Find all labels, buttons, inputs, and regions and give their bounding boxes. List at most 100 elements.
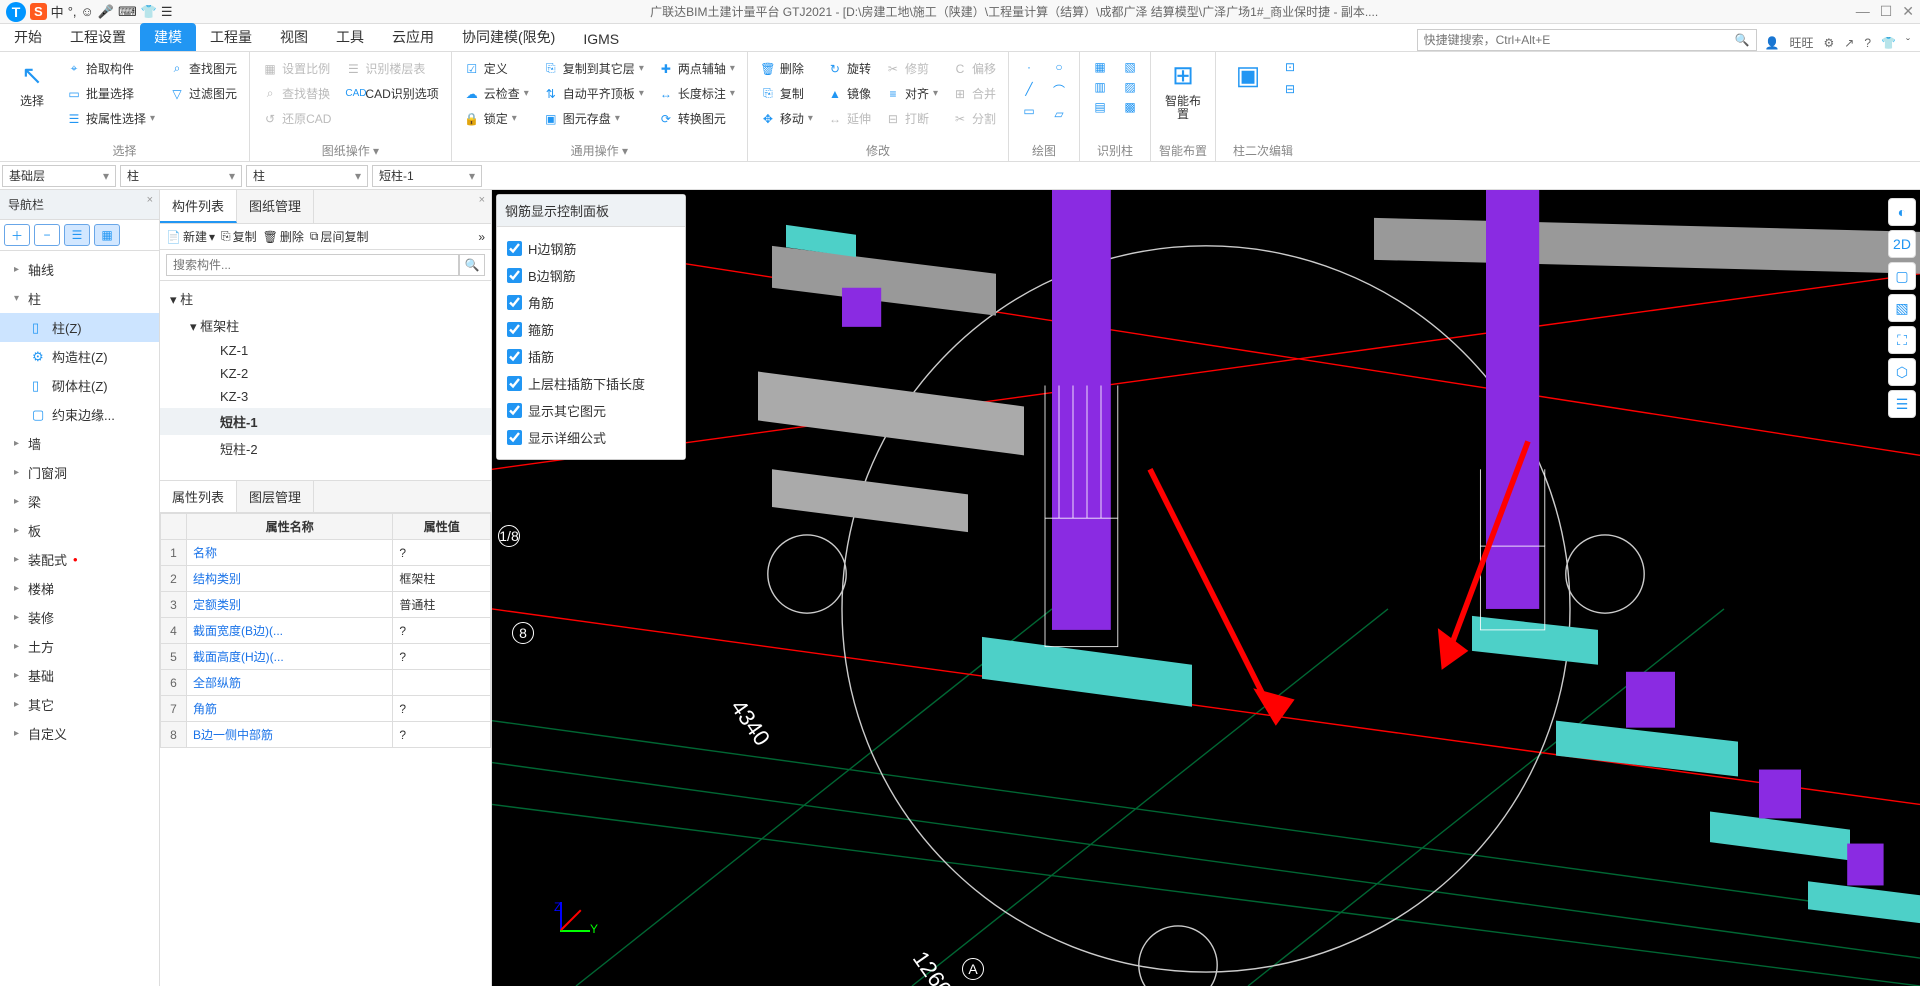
nav-item-5[interactable]: ▸板 (0, 516, 159, 545)
rebar-checkbox-6[interactable]: 显示其它图元 (507, 397, 675, 424)
category2-select[interactable]: 柱 (246, 165, 368, 187)
property-row[interactable]: 8B边一侧中部筋? (161, 722, 491, 748)
recognize-col-2[interactable]: ▥ (1088, 78, 1112, 96)
nav-item-12[interactable]: ▸自定义 (0, 719, 159, 748)
col-edit-sub1[interactable]: ⊡ (1278, 58, 1302, 76)
component-search-input[interactable] (166, 254, 459, 276)
draw-circle-button[interactable]: ○ (1047, 58, 1071, 76)
view-tool-4[interactable]: ⛶ (1888, 326, 1916, 354)
search-box[interactable]: 🔍 (1417, 29, 1757, 51)
view-tool-2[interactable]: ▢ (1888, 262, 1916, 290)
nav-item-1[interactable]: ▾柱 (0, 284, 159, 313)
define-button[interactable]: ☑定义 (460, 58, 533, 79)
draw-rect-button[interactable]: ▭ (1017, 102, 1041, 120)
smart-layout-button[interactable]: ⊞ 智能布置 (1159, 56, 1207, 125)
tree-root[interactable]: ▾ 柱 (160, 285, 491, 312)
component-leaf-2[interactable]: KZ-3 (160, 385, 491, 408)
select-button[interactable]: ↖ 选择 (8, 56, 56, 112)
notification-icon[interactable]: ⚙ (1824, 36, 1835, 50)
nav-leaf-1-0[interactable]: ▯柱(Z) (0, 313, 159, 342)
nav-item-7[interactable]: ▸楼梯 (0, 574, 159, 603)
menu-tab-4[interactable]: 视图 (266, 23, 322, 51)
col-edit-button[interactable]: ▣ (1224, 56, 1272, 95)
tab-property-list[interactable]: 属性列表 (160, 481, 237, 512)
floor-select[interactable]: 基础层 (2, 165, 116, 187)
menu-tab-3[interactable]: 工程量 (196, 23, 266, 51)
rotate-button[interactable]: ↻旋转 (823, 58, 875, 79)
rebar-checkbox-1[interactable]: B边钢筋 (507, 262, 675, 289)
help-icon[interactable]: ? (1864, 36, 1871, 50)
convert-element-button[interactable]: ⟳转换图元 (654, 108, 739, 129)
view-tool-1[interactable]: 2D (1888, 230, 1916, 258)
view-tool-3[interactable]: ▧ (1888, 294, 1916, 322)
auto-align-top-button[interactable]: ⇅自动平齐顶板 (539, 83, 648, 104)
rebar-checkbox-5[interactable]: 上层柱插筋下插长度 (507, 370, 675, 397)
save-element-button[interactable]: ▣图元存盘 (539, 108, 648, 129)
rebar-check-input[interactable] (507, 430, 522, 445)
comp-close-icon[interactable]: × (479, 194, 485, 206)
cloud-check-button[interactable]: ☁云检查 (460, 83, 533, 104)
nav-remove-button[interactable]: − (34, 224, 60, 246)
component-leaf-3[interactable]: 短柱-1 (160, 408, 491, 435)
lock-button[interactable]: 🔒锁定 (460, 108, 533, 129)
align-button[interactable]: ≡对齐 (881, 83, 942, 104)
recognize-col-5[interactable]: ▨ (1118, 78, 1142, 96)
rebar-checkbox-3[interactable]: 箍筋 (507, 316, 675, 343)
view-tool-6[interactable]: ☰ (1888, 390, 1916, 418)
rebar-check-input[interactable] (507, 268, 522, 283)
new-component-button[interactable]: 📄新建▾ (166, 228, 215, 245)
nav-list-button[interactable]: ☰ (64, 224, 90, 246)
draw-line-button[interactable]: ╱ (1017, 80, 1041, 98)
col-edit-sub2[interactable]: ⊟ (1278, 80, 1302, 98)
minimize-button[interactable]: — (1856, 3, 1870, 20)
rebar-panel[interactable]: 钢筋显示控制面板 H边钢筋B边钢筋角筋箍筋插筋上层柱插筋下插长度显示其它图元显示… (496, 194, 686, 460)
nav-leaf-1-2[interactable]: ▯砌体柱(Z) (0, 371, 159, 400)
tab-component-list[interactable]: 构件列表 (160, 190, 237, 223)
copy-button[interactable]: ⎘复制 (756, 83, 817, 104)
search-icon[interactable]: 🔍 (1735, 33, 1750, 47)
view-tool-5[interactable]: ⬡ (1888, 358, 1916, 386)
axis-gizmo[interactable]: Y Z (532, 896, 592, 956)
user-avatar-icon[interactable]: 👤 (1765, 36, 1780, 50)
delete-component-button[interactable]: 🗑删除 (263, 228, 304, 245)
nav-leaf-1-1[interactable]: ⚙构造柱(Z) (0, 342, 159, 371)
draw-point-button[interactable]: · (1017, 58, 1041, 76)
tree-child[interactable]: ▾ 框架柱 (160, 312, 491, 339)
rebar-panel-title[interactable]: 钢筋显示控制面板 (497, 195, 685, 227)
nav-item-9[interactable]: ▸土方 (0, 632, 159, 661)
collapse-ribbon-icon[interactable]: ˇ (1906, 36, 1910, 50)
nav-item-6[interactable]: ▸装配式• (0, 545, 159, 574)
draw-arc-button[interactable]: ⌒ (1047, 80, 1071, 101)
search-input[interactable] (1424, 33, 1735, 47)
rebar-checkbox-0[interactable]: H边钢筋 (507, 235, 675, 262)
menu-tab-8[interactable]: IGMS (569, 27, 633, 51)
rebar-check-input[interactable] (507, 376, 522, 391)
recognize-col-4[interactable]: ▧ (1118, 58, 1142, 76)
share-icon[interactable]: ↗ (1844, 36, 1854, 50)
length-dim-button[interactable]: ↔长度标注 (654, 83, 739, 104)
batch-select-button[interactable]: ▭批量选择 (62, 83, 159, 104)
skin-icon[interactable]: 👕 (1881, 36, 1896, 50)
nav-item-8[interactable]: ▸装修 (0, 603, 159, 632)
recognize-col-3[interactable]: ▤ (1088, 98, 1112, 116)
property-row[interactable]: 3定额类别普通柱 (161, 592, 491, 618)
nav-close-icon[interactable]: × (147, 194, 153, 206)
property-row[interactable]: 7角筋? (161, 696, 491, 722)
rebar-check-input[interactable] (507, 322, 522, 337)
copy-floor-component-button[interactable]: ⧉层间复制 (310, 228, 369, 245)
property-row[interactable]: 1名称? (161, 540, 491, 566)
group-label-drawing[interactable]: 图纸操作 ▾ (258, 140, 443, 159)
tab-layer-manage[interactable]: 图层管理 (237, 481, 314, 512)
nav-item-2[interactable]: ▸墙 (0, 429, 159, 458)
menu-tab-0[interactable]: 开始 (0, 23, 56, 51)
copy-to-floor-button[interactable]: ⎘复制到其它层 (539, 58, 648, 79)
rebar-check-input[interactable] (507, 403, 522, 418)
rebar-checkbox-4[interactable]: 插筋 (507, 343, 675, 370)
view-tool-0[interactable]: ◐ (1888, 198, 1916, 226)
nav-item-4[interactable]: ▸梁 (0, 487, 159, 516)
component-leaf-1[interactable]: KZ-2 (160, 362, 491, 385)
property-row[interactable]: 4截面宽度(B边)(...? (161, 618, 491, 644)
nav-grid-button[interactable]: ▦ (94, 224, 120, 246)
copy-component-button[interactable]: ⎘复制 (221, 228, 257, 245)
menu-tab-6[interactable]: 云应用 (378, 23, 448, 51)
